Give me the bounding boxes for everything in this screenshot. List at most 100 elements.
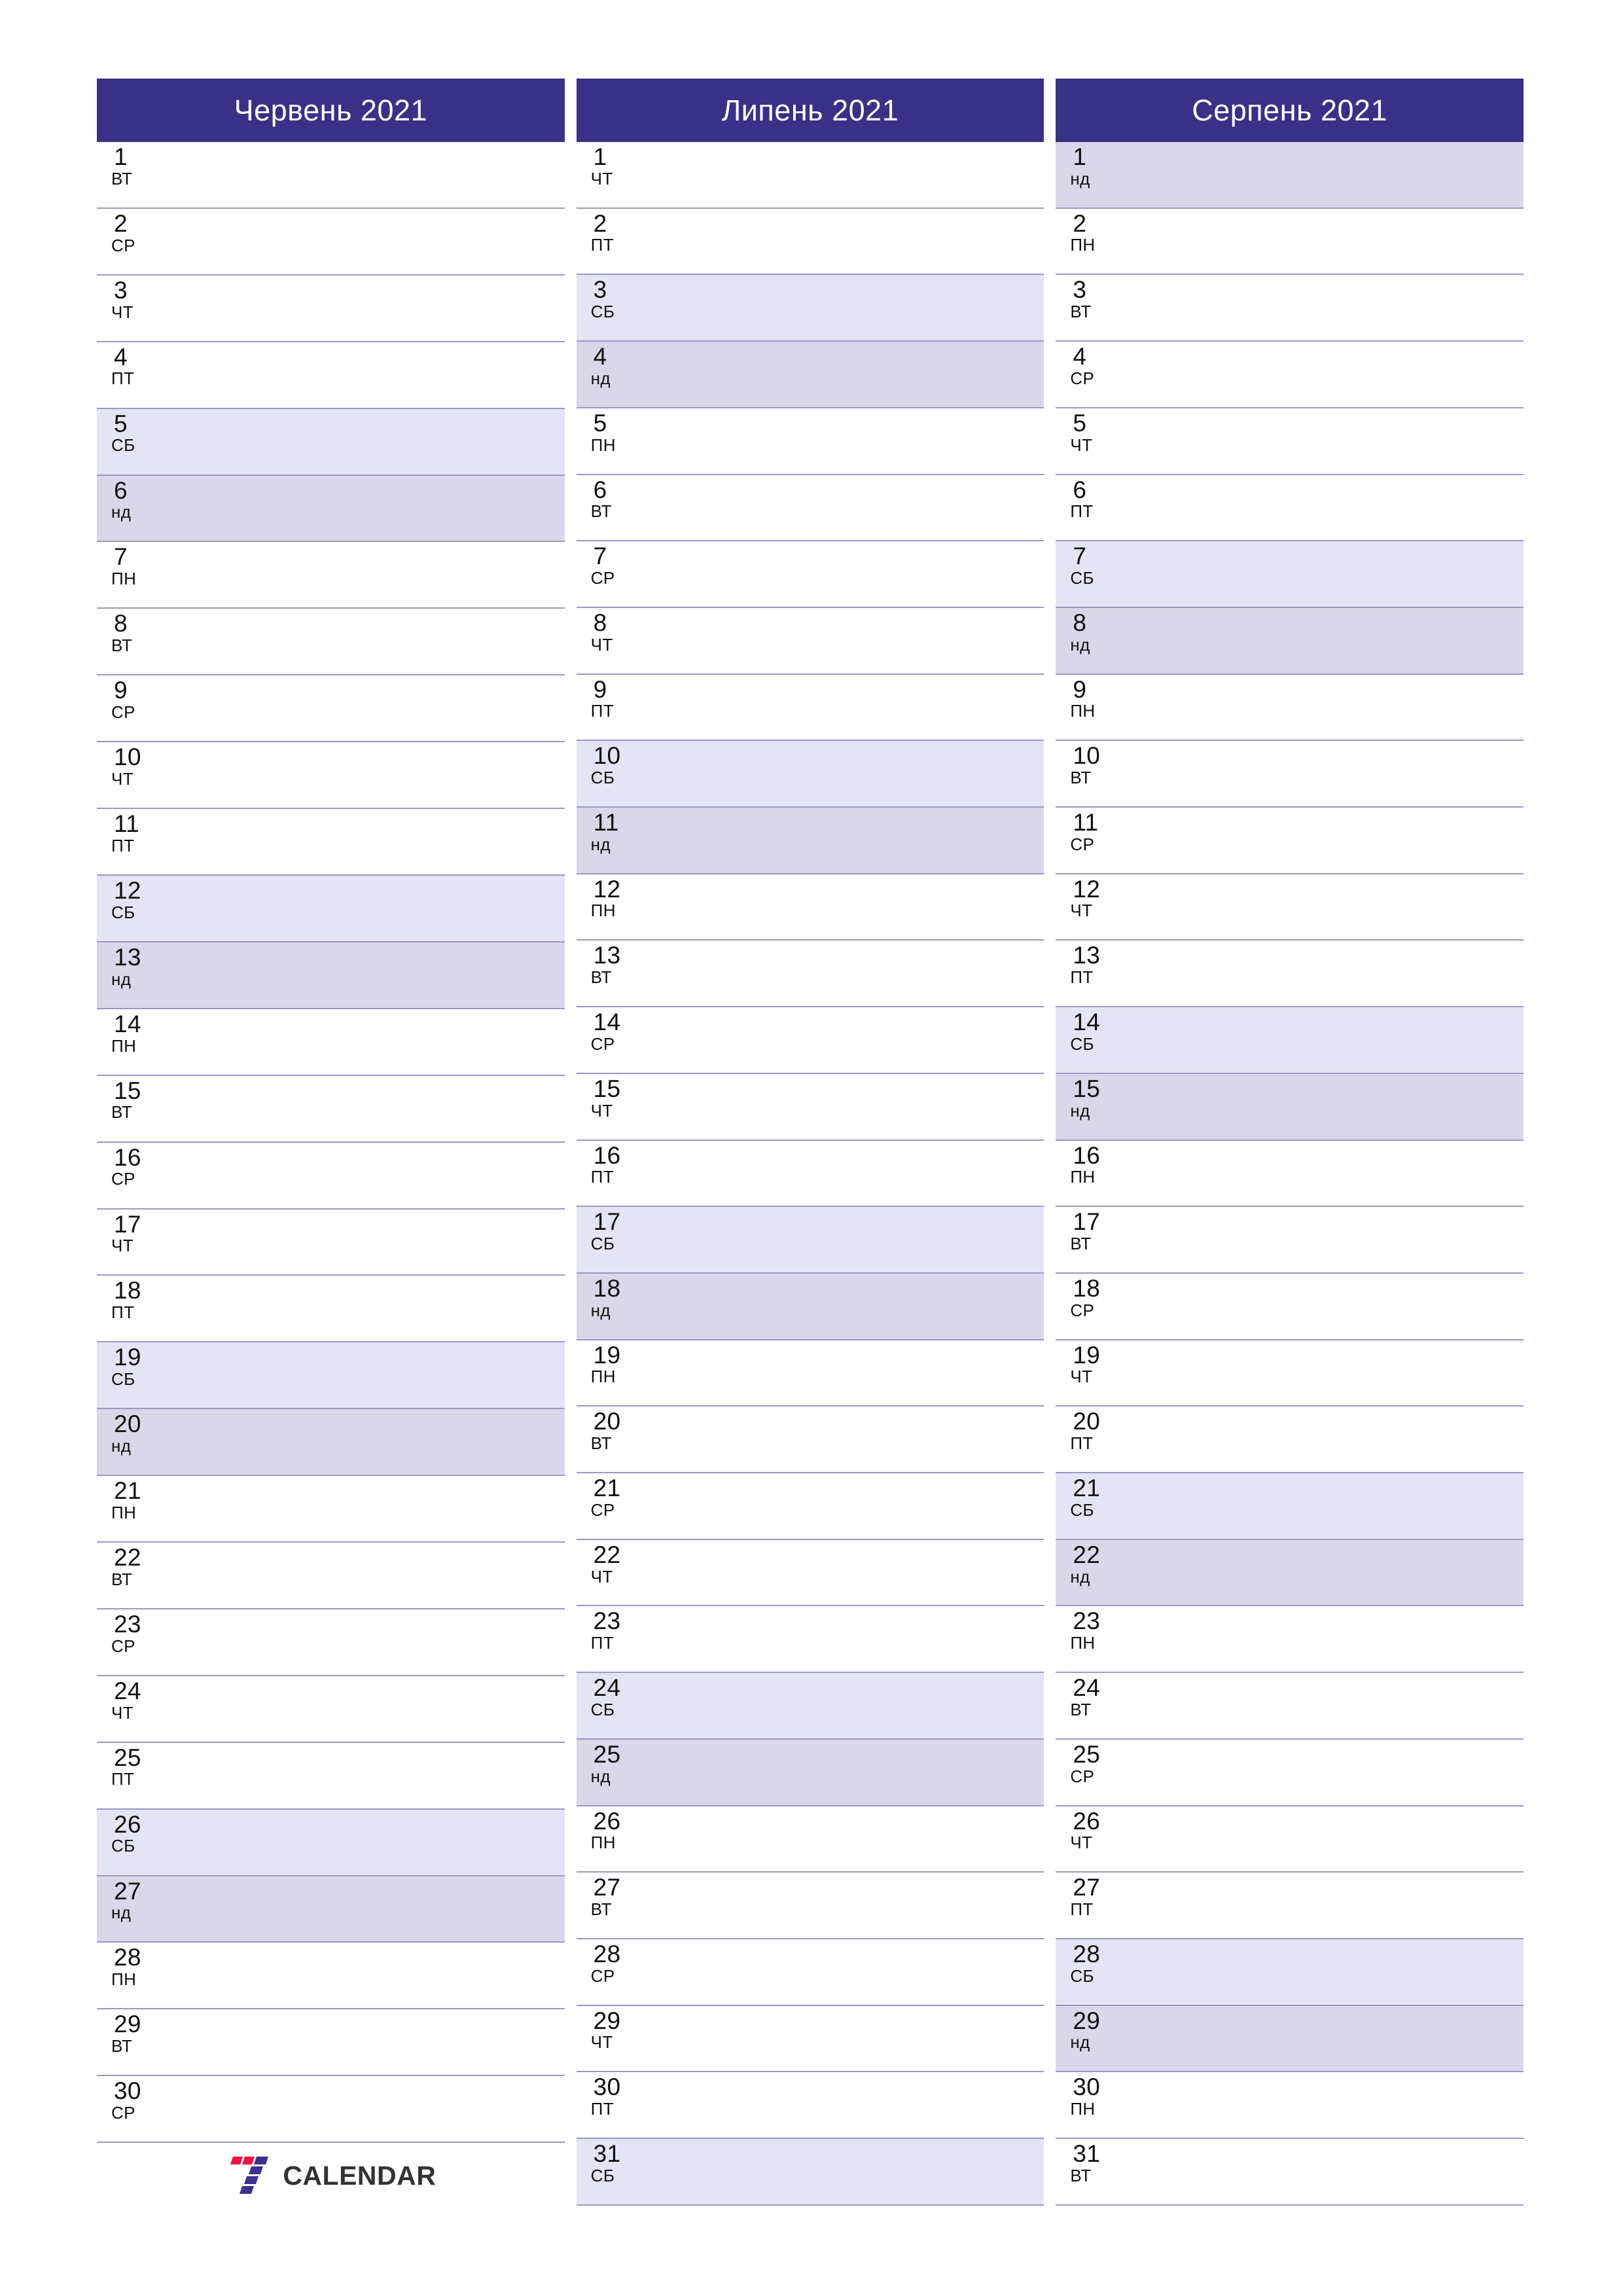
day-row[interactable]: 31 СБ — [576, 2139, 1044, 2206]
day-row[interactable]: 14 СБ — [1056, 1007, 1524, 1074]
day-row[interactable]: 26 СБ — [97, 1809, 565, 1876]
day-row[interactable]: 16 СР — [97, 1142, 565, 1210]
day-row[interactable]: 11 нд — [576, 808, 1044, 874]
day-row[interactable]: 2 ПТ — [576, 208, 1044, 276]
day-row[interactable]: 30 ПТ — [576, 2072, 1044, 2140]
day-row[interactable]: 13 нд — [97, 942, 565, 1009]
day-row[interactable]: 3 ЧТ — [97, 275, 565, 342]
day-row[interactable]: 24 СБ — [576, 1673, 1044, 1740]
day-row[interactable]: 4 СР — [1056, 342, 1524, 408]
day-row[interactable]: 2 ПН — [1056, 208, 1524, 276]
day-row[interactable]: 30 СР — [97, 2076, 565, 2144]
brand-logo: CALENDAR — [225, 2155, 436, 2196]
day-row[interactable]: 20 ВТ — [576, 1407, 1044, 1474]
day-row[interactable]: 19 ЧТ — [1056, 1340, 1524, 1407]
day-row[interactable]: 11 СР — [1056, 808, 1524, 874]
day-row[interactable]: 17 СБ — [576, 1207, 1044, 1274]
day-row[interactable]: 14 СР — [576, 1007, 1044, 1074]
day-row[interactable]: 29 ЧТ — [576, 2005, 1044, 2073]
day-row[interactable]: 30 ПН — [1056, 2072, 1524, 2140]
day-row[interactable]: 3 СБ — [576, 275, 1044, 342]
day-row[interactable]: 7 СР — [576, 541, 1044, 608]
day-row[interactable]: 17 ВТ — [1056, 1207, 1524, 1274]
day-row[interactable]: 13 ВТ — [576, 941, 1044, 1008]
day-row[interactable]: 23 ПН — [1056, 1606, 1524, 1674]
day-row[interactable]: 8 ВТ — [97, 609, 565, 676]
day-row[interactable]: 21 СБ — [1056, 1473, 1524, 1540]
day-row[interactable]: 9 СР — [97, 675, 565, 743]
day-row[interactable]: 15 ВТ — [97, 1075, 565, 1143]
day-row[interactable]: 2 СР — [97, 208, 565, 276]
day-row[interactable]: 8 нд — [1056, 607, 1524, 675]
day-number: 1 — [114, 143, 128, 170]
day-row[interactable]: 28 ПН — [97, 1943, 565, 2010]
day-row[interactable]: 23 СР — [97, 1609, 565, 1676]
day-row[interactable]: 10 ВТ — [1056, 741, 1524, 808]
day-row[interactable]: 3 ВТ — [1056, 275, 1524, 342]
day-row[interactable]: 8 ЧТ — [576, 607, 1044, 675]
day-row[interactable]: 27 нд — [97, 1876, 565, 1943]
day-row[interactable]: 11 ПТ — [97, 809, 565, 876]
day-row[interactable]: 28 СБ — [1056, 1939, 1524, 2006]
day-row[interactable]: 28 СР — [576, 1939, 1044, 2006]
day-row[interactable]: 22 ВТ — [97, 1543, 565, 1609]
day-row[interactable]: 1 ВТ — [97, 142, 565, 209]
day-row[interactable]: 16 ПТ — [576, 1140, 1044, 1208]
day-row[interactable]: 26 ЧТ — [1056, 1806, 1524, 1873]
day-row[interactable]: 10 ЧТ — [97, 742, 565, 810]
day-number: 26 — [593, 1807, 621, 1835]
day-row[interactable]: 29 нд — [1056, 2005, 1524, 2073]
day-row[interactable]: 25 СР — [1056, 1739, 1524, 1806]
day-number: 26 — [114, 1810, 141, 1838]
day-row[interactable]: 21 СР — [576, 1473, 1044, 1540]
day-row[interactable]: 15 нд — [1056, 1073, 1524, 1141]
day-row[interactable]: 13 ПТ — [1056, 941, 1524, 1008]
day-row[interactable]: 12 СБ — [97, 875, 565, 942]
day-row[interactable]: 26 ПН — [576, 1806, 1044, 1873]
day-row[interactable]: 24 ЧТ — [97, 1676, 565, 1743]
day-row[interactable]: 6 ВТ — [576, 475, 1044, 542]
day-row[interactable]: 1 нд — [1056, 142, 1524, 209]
day-row[interactable]: 23 ПТ — [576, 1606, 1044, 1674]
day-row[interactable]: 22 нд — [1056, 1539, 1524, 1607]
day-row[interactable]: 20 нд — [97, 1409, 565, 1477]
day-row[interactable]: 4 ПТ — [97, 342, 565, 409]
day-row[interactable]: 5 ПН — [576, 408, 1044, 475]
day-row[interactable]: 18 нд — [576, 1273, 1044, 1340]
day-row[interactable]: 18 СР — [1056, 1273, 1524, 1340]
day-row[interactable]: 15 ЧТ — [576, 1073, 1044, 1141]
day-row[interactable]: 9 ПН — [1056, 674, 1524, 742]
day-row[interactable]: 21 ПН — [97, 1476, 565, 1543]
day-row[interactable]: 19 СБ — [97, 1342, 565, 1410]
day-row[interactable]: 10 СБ — [576, 741, 1044, 808]
day-row[interactable]: 1 ЧТ — [576, 142, 1044, 209]
day-row[interactable]: 25 ПТ — [97, 1742, 565, 1810]
day-row[interactable]: 31 ВТ — [1056, 2139, 1524, 2206]
day-row[interactable]: 25 нд — [576, 1739, 1044, 1806]
day-number: 9 — [114, 677, 128, 704]
day-row[interactable]: 19 ПН — [576, 1340, 1044, 1407]
day-row[interactable]: 5 ЧТ — [1056, 408, 1524, 475]
day-row[interactable]: 14 ПН — [97, 1009, 565, 1076]
day-row[interactable]: 27 ВТ — [576, 1873, 1044, 1939]
day-row[interactable]: 16 ПН — [1056, 1140, 1524, 1208]
day-row[interactable]: 7 ПН — [97, 542, 565, 609]
day-row[interactable]: 4 нд — [576, 342, 1044, 408]
day-row[interactable]: 17 ЧТ — [97, 1209, 565, 1276]
day-row[interactable]: 24 ВТ — [1056, 1673, 1524, 1740]
day-row[interactable]: 12 ЧТ — [1056, 874, 1524, 941]
day-row[interactable]: 18 ПТ — [97, 1276, 565, 1343]
day-row[interactable]: 7 СБ — [1056, 541, 1524, 608]
day-row[interactable]: 29 ВТ — [97, 2009, 565, 2077]
day-row[interactable]: 6 ПТ — [1056, 475, 1524, 542]
day-row[interactable]: 22 ЧТ — [576, 1539, 1044, 1607]
day-number: 27 — [1073, 1874, 1101, 1901]
day-row[interactable]: 27 ПТ — [1056, 1873, 1524, 1939]
day-row[interactable]: 5 СБ — [97, 408, 565, 476]
day-weekday: ВТ — [1070, 1699, 1092, 1719]
day-weekday: ПН — [111, 1035, 137, 1056]
day-row[interactable]: 9 ПТ — [576, 674, 1044, 742]
day-row[interactable]: 20 ПТ — [1056, 1407, 1524, 1474]
day-row[interactable]: 6 нд — [97, 475, 565, 543]
day-row[interactable]: 12 ПН — [576, 874, 1044, 941]
